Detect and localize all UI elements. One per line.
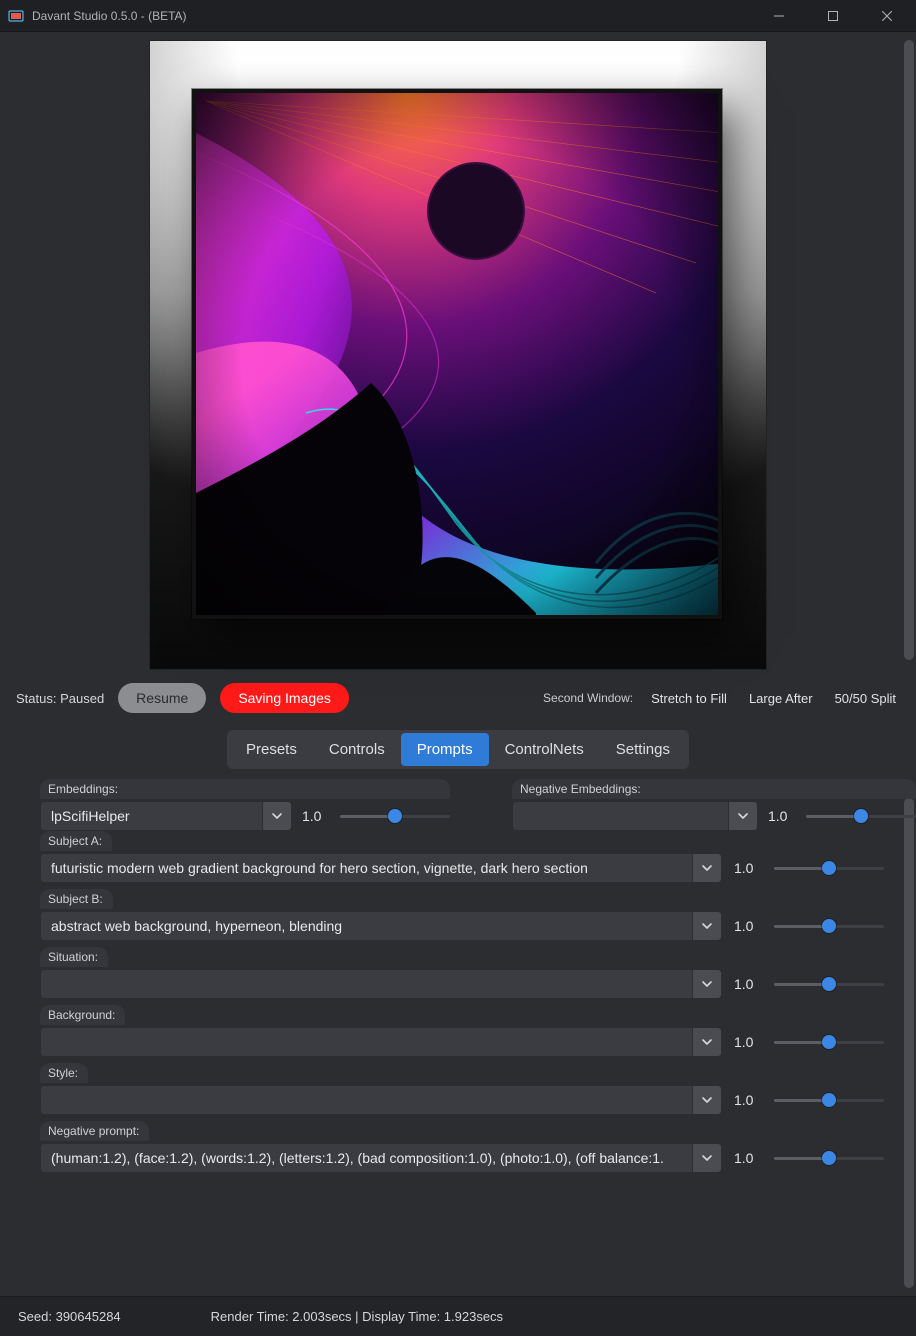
- chevron-down-icon: [703, 924, 711, 928]
- chevron-down-icon: [739, 814, 747, 818]
- tab-controls[interactable]: Controls: [313, 733, 401, 766]
- field-label: Background:: [40, 1005, 125, 1025]
- field-input[interactable]: [40, 969, 692, 999]
- tab-controlnets[interactable]: ControlNets: [489, 733, 600, 766]
- embeddings-input[interactable]: [40, 801, 262, 831]
- status-text: Status: Paused: [16, 691, 104, 706]
- tabs: Presets Controls Prompts ControlNets Set…: [227, 730, 689, 769]
- field-combo: [40, 911, 722, 941]
- prompt-field: Subject A: 1.0: [40, 831, 900, 883]
- chevron-down-icon: [703, 1098, 711, 1102]
- neg-embeddings-label: Negative Embeddings:: [512, 779, 916, 799]
- resume-button[interactable]: Resume: [118, 683, 206, 713]
- maximize-button[interactable]: [810, 0, 856, 32]
- minimize-button[interactable]: [756, 0, 802, 32]
- prompt-field: Situation: 1.0: [40, 947, 900, 999]
- prompt-field: Negative prompt: 1.0: [40, 1121, 900, 1173]
- render-time-text: Render Time: 2.003secs | Display Time: 1…: [211, 1309, 503, 1324]
- field-dropdown-button[interactable]: [692, 1027, 722, 1057]
- field-slider[interactable]: [774, 1148, 884, 1168]
- close-button[interactable]: [864, 0, 910, 32]
- neg-embeddings-combo: [512, 801, 758, 831]
- neg-embeddings-dropdown-button[interactable]: [728, 801, 758, 831]
- embeddings-label: Embeddings:: [40, 779, 450, 799]
- seed-text: Seed: 390645284: [18, 1309, 121, 1324]
- field-slider[interactable]: [774, 974, 884, 994]
- prompt-field: Background: 1.0: [40, 1005, 900, 1057]
- tab-settings[interactable]: Settings: [600, 733, 686, 766]
- field-dropdown-button[interactable]: [692, 911, 722, 941]
- field-slider[interactable]: [774, 916, 884, 936]
- field-slider[interactable]: [774, 1032, 884, 1052]
- neg-embeddings-input[interactable]: [512, 801, 728, 831]
- window-title: Davant Studio 0.5.0 - (BETA): [32, 9, 187, 23]
- embeddings-weight: 1.0: [302, 808, 330, 824]
- embeddings-combo: [40, 801, 292, 831]
- field-label: Style:: [40, 1063, 88, 1083]
- tabs-container: Presets Controls Prompts ControlNets Set…: [0, 724, 916, 779]
- neg-embeddings-slider[interactable]: [806, 806, 916, 826]
- chevron-down-icon: [703, 982, 711, 986]
- preview-scrollbar[interactable]: [904, 32, 914, 672]
- saving-images-button[interactable]: Saving Images: [220, 683, 349, 713]
- preview-frame: [150, 41, 766, 669]
- field-slider[interactable]: [774, 1090, 884, 1110]
- field-input[interactable]: [40, 1027, 692, 1057]
- field-input[interactable]: [40, 1085, 692, 1115]
- second-window-label: Second Window:: [543, 691, 633, 705]
- second-window-stretch[interactable]: Stretch to Fill: [647, 687, 731, 710]
- field-input[interactable]: [40, 911, 692, 941]
- titlebar: Davant Studio 0.5.0 - (BETA): [0, 0, 916, 32]
- field-combo: [40, 853, 722, 883]
- chevron-down-icon: [703, 1040, 711, 1044]
- status-bar: Status: Paused Resume Saving Images Seco…: [0, 672, 916, 724]
- generated-image[interactable]: [192, 89, 722, 619]
- prompt-field: Style: 1.0: [40, 1063, 900, 1115]
- second-window-large-after[interactable]: Large After: [745, 687, 817, 710]
- field-label: Subject B:: [40, 889, 113, 909]
- field-dropdown-button[interactable]: [692, 969, 722, 999]
- chevron-down-icon: [703, 866, 711, 870]
- embeddings-slider[interactable]: [340, 806, 450, 826]
- field-weight: 1.0: [734, 976, 762, 992]
- neg-embeddings-weight: 1.0: [768, 808, 796, 824]
- embeddings-dropdown-button[interactable]: [262, 801, 292, 831]
- prompts-form: Embeddings: 1.0 Negative: [0, 779, 916, 1173]
- tab-prompts[interactable]: Prompts: [401, 733, 489, 766]
- field-combo: [40, 1085, 722, 1115]
- second-window-split[interactable]: 50/50 Split: [831, 687, 900, 710]
- field-input[interactable]: [40, 1143, 692, 1173]
- field-dropdown-button[interactable]: [692, 1085, 722, 1115]
- field-weight: 1.0: [734, 1150, 762, 1166]
- field-weight: 1.0: [734, 1092, 762, 1108]
- field-combo: [40, 1143, 722, 1173]
- app-body: Status: Paused Resume Saving Images Seco…: [0, 32, 916, 1296]
- chevron-down-icon: [703, 1156, 711, 1160]
- field-combo: [40, 1027, 722, 1057]
- app-icon: [8, 8, 24, 24]
- field-weight: 1.0: [734, 1034, 762, 1050]
- field-weight: 1.0: [734, 918, 762, 934]
- tab-presets[interactable]: Presets: [230, 733, 313, 766]
- field-slider[interactable]: [774, 858, 884, 878]
- field-label: Subject A:: [40, 831, 112, 851]
- prompt-field: Subject B: 1.0: [40, 889, 900, 941]
- chevron-down-icon: [273, 814, 281, 818]
- field-input[interactable]: [40, 853, 692, 883]
- field-weight: 1.0: [734, 860, 762, 876]
- field-label: Negative prompt:: [40, 1121, 149, 1141]
- footer: Seed: 390645284 Render Time: 2.003secs |…: [0, 1296, 916, 1336]
- field-dropdown-button[interactable]: [692, 853, 722, 883]
- field-dropdown-button[interactable]: [692, 1143, 722, 1173]
- field-combo: [40, 969, 722, 999]
- field-label: Situation:: [40, 947, 108, 967]
- preview-area: [0, 32, 916, 672]
